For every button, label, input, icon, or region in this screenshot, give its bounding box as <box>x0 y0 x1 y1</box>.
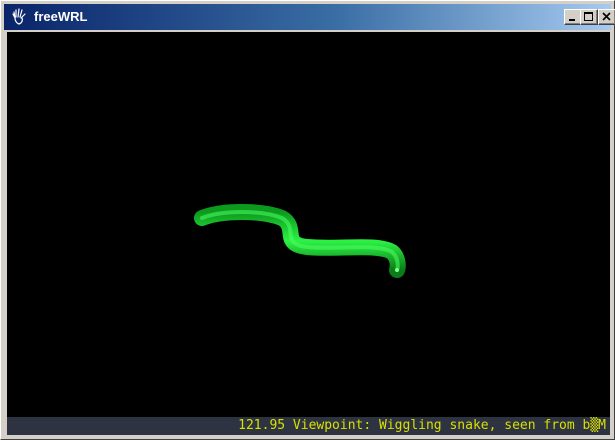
freewrl-hand-icon[interactable] <box>10 8 28 26</box>
scene-canvas[interactable] <box>7 32 610 417</box>
maximize-icon <box>584 12 593 21</box>
snake-object[interactable] <box>194 204 406 278</box>
close-icon <box>602 12 611 21</box>
app-window: freeWRL 121.95 Viewpoint: Wiggling snake… <box>0 0 615 440</box>
status-text: 121.95 Viewpoint: Wiggling snake, seen f… <box>238 418 606 433</box>
close-button[interactable] <box>598 9 615 25</box>
3d-viewport[interactable] <box>7 32 610 417</box>
window-title: freeWRL <box>34 9 88 24</box>
maximize-button[interactable] <box>580 9 598 25</box>
minimize-icon <box>569 19 575 21</box>
title-bar[interactable]: freeWRL <box>4 4 615 30</box>
status-bar: 121.95 Viewpoint: Wiggling snake, seen f… <box>7 417 610 435</box>
